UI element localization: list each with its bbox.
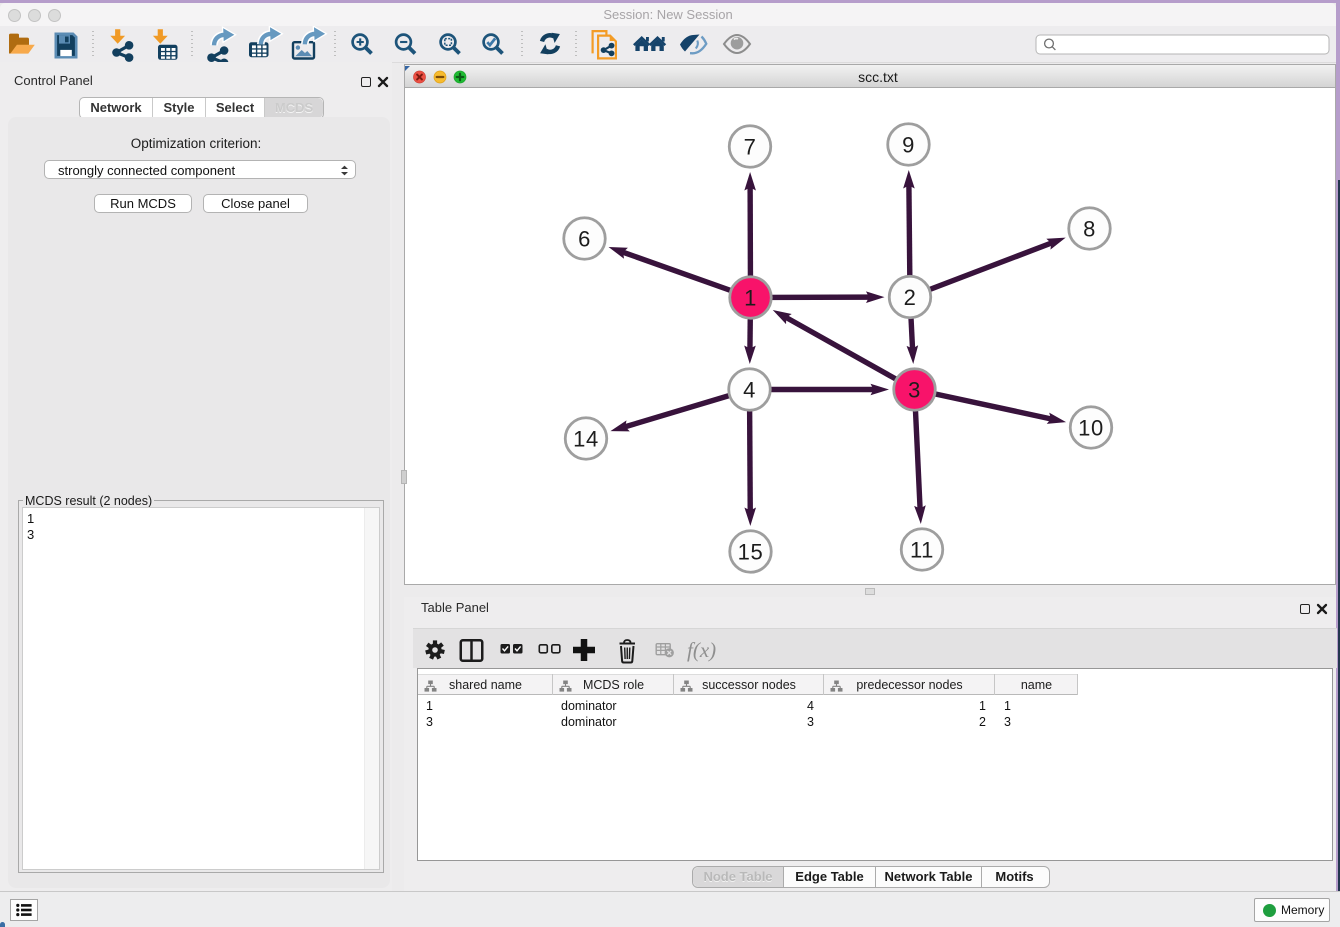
svg-text:6: 6 (578, 226, 591, 251)
svg-text:4: 4 (743, 377, 756, 402)
svg-text:3: 3 (908, 377, 921, 402)
svg-text:14: 14 (573, 426, 599, 451)
svg-text:9: 9 (902, 132, 915, 157)
svg-text:10: 10 (1078, 415, 1104, 440)
svg-text:8: 8 (1083, 216, 1096, 241)
svg-text:11: 11 (910, 537, 934, 562)
svg-text:7: 7 (744, 134, 757, 159)
svg-text:1: 1 (744, 285, 757, 310)
svg-text:2: 2 (904, 285, 917, 310)
svg-text:15: 15 (738, 539, 764, 564)
svg-text:f(x): f(x) (687, 638, 716, 662)
